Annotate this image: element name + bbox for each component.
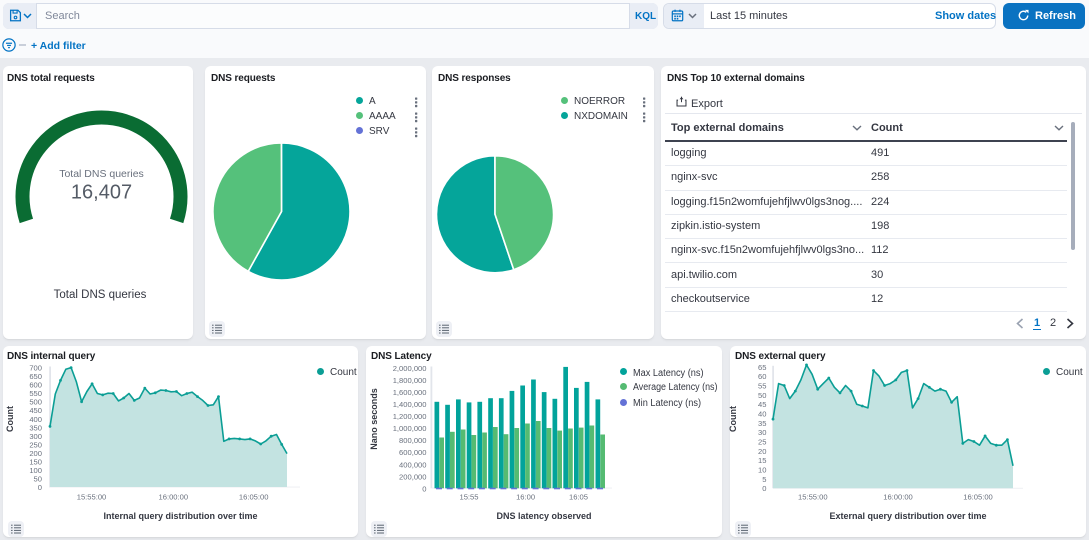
svg-text:20: 20 — [758, 447, 766, 456]
svg-text:50: 50 — [758, 391, 766, 400]
svg-text:250: 250 — [29, 440, 42, 449]
svg-text:0: 0 — [762, 484, 766, 493]
svg-text:15:55: 15:55 — [459, 493, 478, 502]
svg-text:60: 60 — [758, 372, 766, 381]
svg-text:Total DNS queries: Total DNS queries — [59, 168, 144, 180]
svg-text:15:55:00: 15:55:00 — [798, 493, 828, 502]
svg-text:1,600,000: 1,600,000 — [393, 388, 427, 397]
svg-text:350: 350 — [29, 423, 42, 432]
svg-text:600: 600 — [29, 381, 42, 390]
svg-text:1,800,000: 1,800,000 — [393, 376, 427, 385]
svg-text:30: 30 — [758, 428, 766, 437]
svg-text:400: 400 — [29, 415, 42, 424]
svg-text:0: 0 — [422, 484, 426, 493]
svg-text:15:55:00: 15:55:00 — [77, 493, 107, 502]
svg-text:500: 500 — [29, 398, 42, 407]
svg-text:450: 450 — [29, 406, 42, 415]
svg-text:550: 550 — [29, 389, 42, 398]
svg-text:15: 15 — [758, 456, 766, 465]
svg-text:600,000: 600,000 — [399, 448, 426, 457]
svg-text:400,000: 400,000 — [399, 460, 426, 469]
svg-text:650: 650 — [29, 372, 42, 381]
svg-text:200,000: 200,000 — [399, 472, 426, 481]
svg-text:200: 200 — [29, 449, 42, 458]
svg-text:16:00: 16:00 — [516, 493, 535, 502]
svg-text:5: 5 — [762, 475, 766, 484]
svg-text:800,000: 800,000 — [399, 436, 426, 445]
svg-text:40: 40 — [758, 410, 766, 419]
svg-text:16:00:00: 16:00:00 — [883, 493, 913, 502]
svg-text:Total DNS queries: Total DNS queries — [54, 289, 147, 301]
svg-text:16:05:00: 16:05:00 — [963, 493, 993, 502]
svg-text:700: 700 — [29, 364, 42, 373]
svg-text:45: 45 — [758, 400, 766, 409]
svg-text:1,400,000: 1,400,000 — [393, 400, 427, 409]
svg-text:10: 10 — [758, 466, 766, 475]
svg-text:16,407: 16,407 — [71, 182, 132, 204]
svg-text:65: 65 — [758, 363, 766, 372]
svg-text:25: 25 — [758, 438, 766, 447]
svg-text:100: 100 — [29, 466, 42, 475]
svg-text:1,200,000: 1,200,000 — [393, 412, 427, 421]
svg-text:150: 150 — [29, 457, 42, 466]
svg-text:35: 35 — [758, 419, 766, 428]
svg-text:50: 50 — [34, 475, 42, 484]
svg-text:300: 300 — [29, 432, 42, 441]
svg-text:1,000,000: 1,000,000 — [393, 424, 427, 433]
svg-text:55: 55 — [758, 382, 766, 391]
svg-text:16:00:00: 16:00:00 — [159, 493, 189, 502]
svg-text:16:05:00: 16:05:00 — [239, 493, 269, 502]
svg-text:2,000,000: 2,000,000 — [393, 364, 427, 373]
svg-text:0: 0 — [38, 483, 42, 492]
svg-text:16:05: 16:05 — [569, 493, 588, 502]
